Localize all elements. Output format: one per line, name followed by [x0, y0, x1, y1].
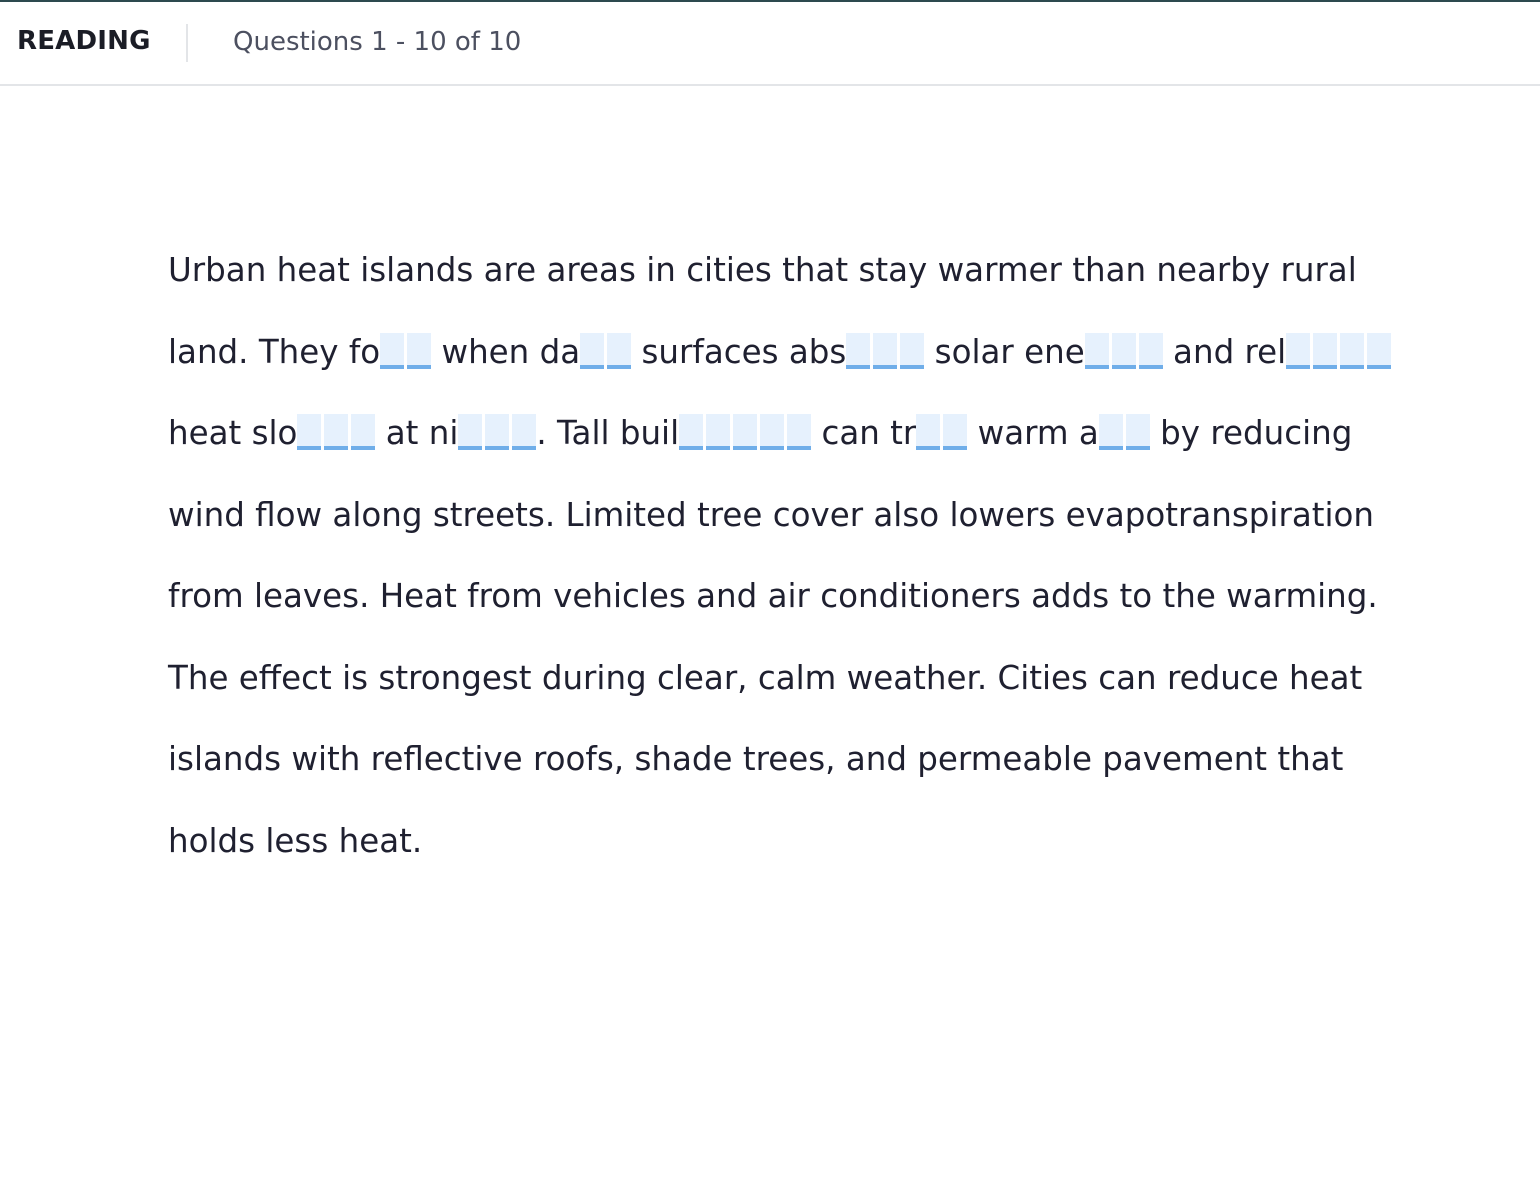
letter-box[interactable]: [351, 414, 376, 450]
letter-box[interactable]: [1340, 332, 1365, 369]
letter-box[interactable]: [1138, 332, 1163, 369]
blank-input-2[interactable]: [580, 332, 632, 369]
letter-box[interactable]: [873, 332, 898, 369]
question-range: Questions 1 - 10 of 10: [233, 27, 522, 57]
letter-box[interactable]: [1084, 332, 1109, 369]
passage-text: warm a: [967, 414, 1099, 452]
passage-text: at ni: [375, 414, 459, 452]
passage-text: can tr: [811, 414, 917, 452]
letter-box[interactable]: [1286, 332, 1311, 369]
letter-box[interactable]: [485, 414, 510, 450]
letter-box[interactable]: [297, 414, 322, 450]
letter-box[interactable]: [1111, 332, 1136, 369]
passage-text: by reducing wind flow along streets. Lim…: [168, 414, 1378, 860]
letter-box[interactable]: [380, 332, 405, 369]
letter-box[interactable]: [733, 414, 758, 450]
header-bar: READING Questions 1 - 10 of 10: [0, 2, 1540, 86]
blank-input-3[interactable]: [846, 332, 925, 369]
reading-passage: Urban heat islands are areas in cities t…: [168, 230, 1418, 882]
letter-box[interactable]: [760, 414, 785, 450]
letter-box[interactable]: [900, 332, 925, 369]
passage-text: solar ene: [924, 332, 1085, 371]
section-title: READING: [17, 26, 151, 56]
blank-input-9[interactable]: [916, 414, 968, 450]
blank-input-4[interactable]: [1084, 332, 1163, 369]
passage-text: and rel: [1162, 332, 1287, 371]
blank-input-6[interactable]: [297, 414, 376, 450]
letter-box[interactable]: [512, 414, 537, 450]
letter-box[interactable]: [916, 414, 941, 450]
letter-box[interactable]: [706, 414, 731, 450]
letter-box[interactable]: [1313, 332, 1338, 369]
blank-input-5[interactable]: [1286, 332, 1392, 369]
letter-box[interactable]: [407, 332, 432, 369]
passage-text: surfaces abs: [631, 332, 847, 371]
letter-box[interactable]: [607, 332, 632, 369]
blank-input-10[interactable]: [1098, 414, 1150, 450]
letter-box[interactable]: [679, 414, 704, 450]
letter-box[interactable]: [324, 414, 349, 450]
letter-box[interactable]: [1367, 332, 1392, 369]
blank-input-8[interactable]: [679, 414, 812, 450]
letter-box[interactable]: [787, 414, 812, 450]
letter-box[interactable]: [846, 332, 871, 369]
blank-input-1[interactable]: [380, 332, 432, 369]
passage-text: . Tall buil: [536, 414, 680, 452]
letter-box[interactable]: [943, 414, 968, 450]
letter-box[interactable]: [580, 332, 605, 369]
blank-input-7[interactable]: [458, 414, 537, 450]
header-divider: [186, 24, 188, 62]
passage-text: when da: [431, 332, 581, 371]
letter-box[interactable]: [1125, 414, 1150, 450]
letter-box[interactable]: [458, 414, 483, 450]
letter-box[interactable]: [1098, 414, 1123, 450]
passage-text: heat slo: [168, 414, 298, 452]
